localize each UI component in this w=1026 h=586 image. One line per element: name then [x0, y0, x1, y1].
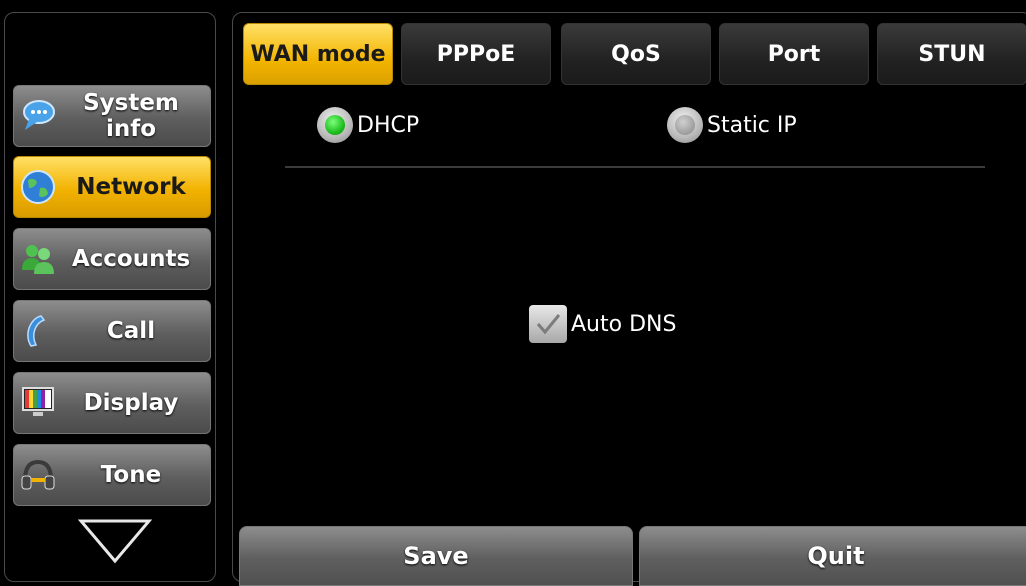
sidebar-item-label: Display	[83, 390, 179, 416]
tab-stun[interactable]: STUN	[877, 23, 1026, 85]
static-ip-label: Static IP	[707, 112, 797, 138]
users-icon	[18, 239, 58, 279]
static-ip-radio-option[interactable]: Static IP	[667, 107, 797, 143]
save-button[interactable]: Save	[239, 526, 633, 586]
sidebar-item-label: Tone	[100, 462, 162, 488]
checkmark-icon	[536, 314, 561, 335]
radio-unselected-icon	[675, 115, 695, 135]
sidebar-item-label: Network	[76, 174, 186, 200]
tab-wan-mode[interactable]: WAN mode	[243, 23, 393, 85]
auto-dns-label: Auto DNS	[571, 311, 677, 337]
sidebar-item-label: Accounts	[71, 246, 191, 272]
radio-selected-icon	[325, 115, 345, 135]
chat-bubble-icon	[18, 96, 58, 136]
settings-sidebar: System info Network Accounts Call Displa…	[4, 12, 216, 582]
headphones-icon	[18, 455, 58, 495]
monitor-icon	[18, 383, 58, 423]
divider	[285, 166, 985, 168]
auto-dns-checkbox[interactable]	[529, 305, 567, 343]
sidebar-item-label: System info	[83, 90, 179, 142]
dhcp-label: DHCP	[357, 112, 420, 138]
globe-icon	[18, 167, 58, 207]
network-settings-panel: WAN mode PPPoE QoS Port STUN DHCP Static…	[232, 12, 1026, 586]
sidebar-item-system-info[interactable]: System info	[13, 85, 211, 147]
phone-handset-icon	[18, 311, 58, 351]
dhcp-radio-option[interactable]: DHCP	[317, 107, 419, 143]
dhcp-radio-button[interactable]	[317, 107, 353, 143]
sidebar-item-tone[interactable]: Tone	[13, 444, 211, 506]
sidebar-item-label: Call	[106, 318, 156, 344]
sidebar-item-call[interactable]: Call	[13, 300, 211, 362]
tab-qos[interactable]: QoS	[561, 23, 711, 85]
static-ip-radio-button[interactable]	[667, 107, 703, 143]
sidebar-item-accounts[interactable]: Accounts	[13, 228, 211, 290]
tab-pppoe[interactable]: PPPoE	[401, 23, 551, 85]
sidebar-item-display[interactable]: Display	[13, 372, 211, 434]
sidebar-item-network[interactable]: Network	[13, 156, 211, 218]
auto-dns-checkbox-option[interactable]: Auto DNS	[529, 305, 676, 343]
quit-button[interactable]: Quit	[639, 526, 1026, 586]
tab-port[interactable]: Port	[719, 23, 869, 85]
triangle-down-icon[interactable]	[78, 518, 152, 570]
